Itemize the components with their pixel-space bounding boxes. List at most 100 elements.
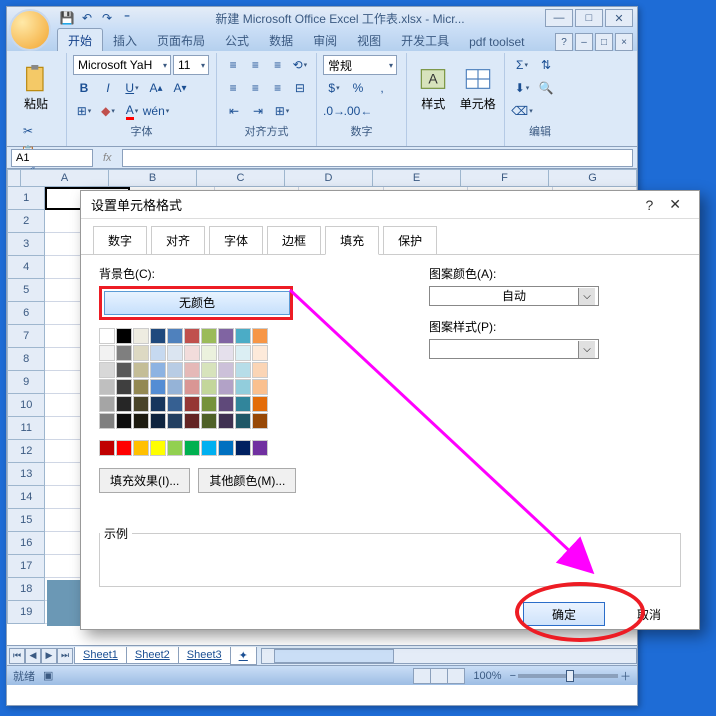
align-top-button[interactable]: ≡ [223, 55, 243, 75]
tab-prev-icon[interactable]: ◀ [25, 648, 41, 664]
tab-formula[interactable]: 公式 [215, 29, 259, 51]
fill-button[interactable]: ⬇▾ [511, 78, 533, 98]
name-box[interactable] [11, 149, 93, 167]
color-swatch[interactable] [252, 396, 268, 412]
grow-font-button[interactable]: A▴ [145, 78, 167, 98]
save-icon[interactable]: 💾 [59, 10, 75, 26]
standard-color-swatch[interactable] [201, 440, 217, 456]
orientation-button[interactable]: ⟲▾ [290, 55, 310, 75]
zoom-out-button[interactable]: − [510, 670, 516, 682]
color-swatch[interactable] [133, 379, 149, 395]
color-swatch[interactable] [252, 379, 268, 395]
page-layout-view-button[interactable] [430, 668, 448, 684]
row-header[interactable]: 12 [7, 440, 45, 463]
color-swatch[interactable] [252, 345, 268, 361]
standard-color-swatch[interactable] [167, 440, 183, 456]
color-swatch[interactable] [99, 413, 115, 429]
color-swatch[interactable] [184, 379, 200, 395]
color-swatch[interactable] [218, 362, 234, 378]
row-header[interactable]: 9 [7, 371, 45, 394]
color-swatch[interactable] [116, 396, 132, 412]
font-name-combo[interactable]: Microsoft YaH [73, 55, 171, 75]
color-swatch[interactable] [150, 379, 166, 395]
color-swatch[interactable] [235, 345, 251, 361]
dlg-tab-border[interactable]: 边框 [267, 226, 321, 255]
font-color-button[interactable]: A▾ [121, 101, 143, 121]
color-swatch[interactable] [201, 413, 217, 429]
sheet-tab-3[interactable]: Sheet3 [178, 647, 231, 664]
standard-color-swatch[interactable] [116, 440, 132, 456]
color-swatch[interactable] [201, 362, 217, 378]
col-header[interactable]: B [109, 169, 197, 187]
color-swatch[interactable] [133, 413, 149, 429]
color-swatch[interactable] [116, 379, 132, 395]
color-swatch[interactable] [235, 379, 251, 395]
color-swatch[interactable] [218, 328, 234, 344]
standard-color-swatch[interactable] [184, 440, 200, 456]
color-swatch[interactable] [235, 328, 251, 344]
color-swatch[interactable] [184, 328, 200, 344]
col-header[interactable]: E [373, 169, 461, 187]
color-swatch[interactable] [167, 362, 183, 378]
dialog-help-button[interactable]: ? [637, 197, 661, 213]
color-swatch[interactable] [99, 379, 115, 395]
color-swatch[interactable] [201, 328, 217, 344]
italic-button[interactable]: I [97, 78, 119, 98]
dlg-tab-number[interactable]: 数字 [93, 226, 147, 255]
increase-decimal-button[interactable]: .0→ [323, 101, 345, 121]
macro-icon[interactable]: ▣ [43, 669, 53, 682]
color-swatch[interactable] [235, 413, 251, 429]
color-swatch[interactable] [218, 379, 234, 395]
row-header[interactable]: 1 [7, 187, 45, 210]
no-color-button[interactable]: 无颜色 [104, 291, 290, 315]
color-swatch[interactable] [150, 362, 166, 378]
select-all-cell[interactable] [7, 169, 21, 187]
fx-icon[interactable]: fx [97, 152, 118, 164]
standard-color-swatch[interactable] [99, 440, 115, 456]
dlg-tab-protect[interactable]: 保护 [383, 226, 437, 255]
row-header[interactable]: 14 [7, 486, 45, 509]
pagebreak-view-button[interactable] [447, 668, 465, 684]
percent-button[interactable]: % [347, 78, 369, 98]
color-swatch[interactable] [116, 413, 132, 429]
row-header[interactable]: 3 [7, 233, 45, 256]
color-swatch[interactable] [150, 396, 166, 412]
decrease-indent-button[interactable]: ⇤ [223, 101, 245, 121]
col-header[interactable]: F [461, 169, 549, 187]
comma-button[interactable]: , [371, 78, 393, 98]
color-swatch[interactable] [116, 328, 132, 344]
sheet-tab-1[interactable]: Sheet1 [74, 647, 127, 664]
standard-color-swatch[interactable] [133, 440, 149, 456]
col-header[interactable]: C [197, 169, 285, 187]
tab-data[interactable]: 数据 [259, 29, 303, 51]
color-swatch[interactable] [252, 413, 268, 429]
currency-button[interactable]: $▾ [323, 78, 345, 98]
color-swatch[interactable] [99, 362, 115, 378]
col-header[interactable]: G [549, 169, 637, 187]
row-header[interactable]: 6 [7, 302, 45, 325]
color-swatch[interactable] [218, 413, 234, 429]
cell-format-button[interactable]: 单元格 [458, 55, 499, 121]
horizontal-scrollbar[interactable] [261, 648, 637, 664]
formula-input[interactable] [122, 149, 633, 167]
close-button[interactable]: ✕ [605, 9, 633, 27]
color-swatch[interactable] [252, 328, 268, 344]
ok-button[interactable]: 确定 [523, 602, 605, 626]
color-swatch[interactable] [201, 396, 217, 412]
zoom-slider[interactable] [518, 674, 618, 678]
decrease-decimal-button[interactable]: .00← [347, 101, 369, 121]
normal-view-button[interactable] [413, 668, 431, 684]
sort-filter-button[interactable]: ⇅ [535, 55, 557, 75]
paste-button[interactable]: 粘贴 [15, 55, 57, 121]
tab-home[interactable]: 开始 [57, 28, 103, 51]
doc-restore-icon[interactable]: □ [595, 33, 613, 51]
zoom-in-button[interactable]: ＋ [620, 668, 631, 684]
number-format-combo[interactable]: 常规 [323, 55, 397, 75]
color-swatch[interactable] [167, 379, 183, 395]
color-swatch[interactable] [184, 413, 200, 429]
ribbon-help-icon[interactable]: ? [555, 33, 573, 51]
color-swatch[interactable] [133, 345, 149, 361]
office-button[interactable] [9, 9, 51, 51]
dlg-tab-fill[interactable]: 填充 [325, 226, 379, 255]
qat-more-icon[interactable]: ⁼ [119, 10, 135, 26]
